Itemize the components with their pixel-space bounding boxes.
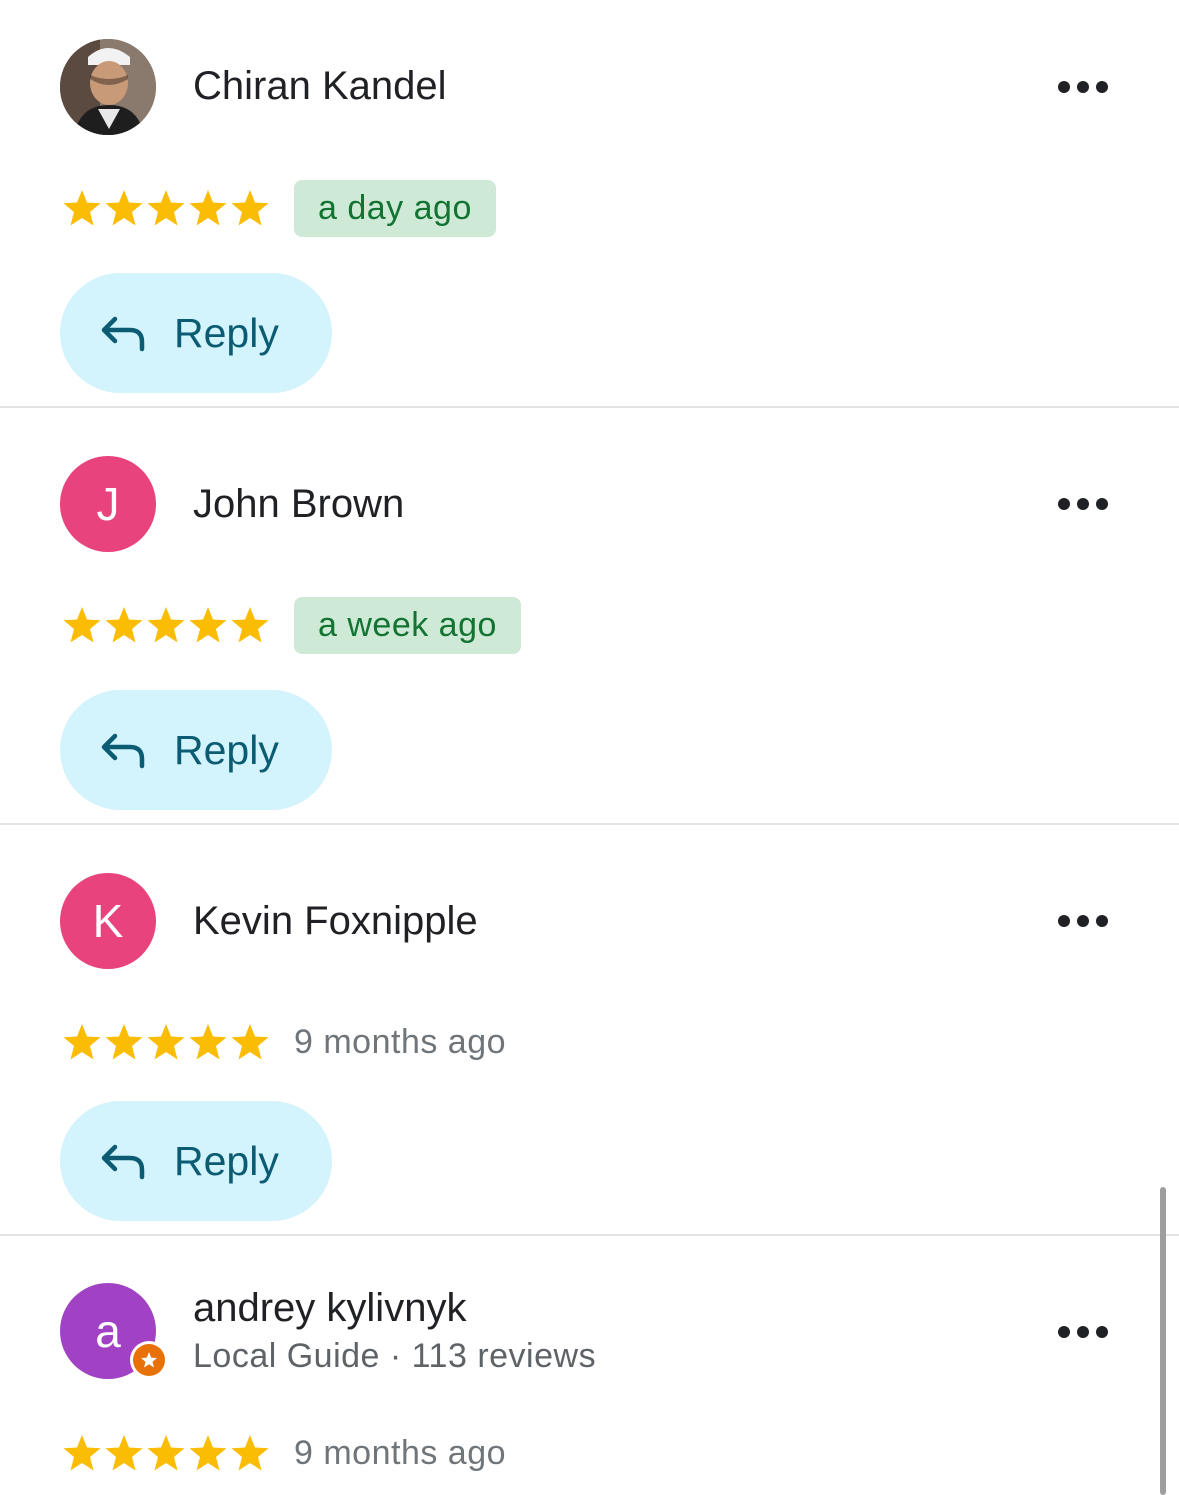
reviewer-name[interactable]: Chiran Kandel — [193, 64, 447, 109]
star-icon — [189, 607, 227, 643]
reply-label: Reply — [174, 309, 279, 356]
star-icon — [189, 1435, 227, 1471]
more-options-icon[interactable] — [1058, 914, 1108, 928]
star-rating — [62, 188, 270, 228]
star-icon — [105, 190, 143, 226]
star-icon — [231, 1435, 269, 1471]
star-icon — [231, 190, 269, 226]
avatar-letter: a — [95, 1305, 121, 1357]
star-icon — [147, 190, 185, 226]
star-icon — [105, 1435, 143, 1471]
star-icon — [189, 190, 227, 226]
more-options-icon[interactable] — [1058, 1325, 1108, 1339]
star-icon — [105, 607, 143, 643]
avatar[interactable]: K — [60, 873, 156, 969]
local-guide-badge-icon — [130, 1341, 168, 1379]
reviewer-name[interactable]: andrey kylivnyk — [193, 1286, 466, 1331]
review-time-badge: a day ago — [294, 180, 496, 237]
star-rating — [62, 605, 270, 645]
scrollbar[interactable] — [1160, 1187, 1166, 1495]
avatar-letter: K — [92, 895, 124, 947]
divider — [0, 1234, 1179, 1236]
reply-label: Reply — [174, 1137, 279, 1184]
more-options-icon[interactable] — [1058, 80, 1108, 94]
avatar[interactable] — [60, 39, 156, 135]
reviewer-name[interactable]: John Brown — [193, 482, 404, 527]
star-icon — [63, 190, 101, 226]
star-icon — [63, 1435, 101, 1471]
reviewer-subtitle: Local Guide · 113 reviews — [193, 1337, 597, 1375]
star-icon — [63, 1024, 101, 1060]
reply-label: Reply — [174, 726, 279, 773]
more-options-icon[interactable] — [1058, 497, 1108, 511]
star-icon — [231, 607, 269, 643]
reply-button[interactable]: Reply — [60, 273, 332, 393]
star-icon — [189, 1024, 227, 1060]
user-photo — [60, 39, 156, 135]
reply-arrow-icon — [101, 316, 145, 352]
reply-arrow-icon — [101, 1144, 145, 1180]
star-rating — [62, 1433, 270, 1473]
review-time: 9 months ago — [294, 1434, 507, 1472]
star-rating — [62, 1022, 270, 1062]
review-time: 9 months ago — [294, 1023, 507, 1061]
avatar-letter: J — [96, 478, 120, 530]
review-time-badge: a week ago — [294, 597, 521, 654]
reply-button[interactable]: Reply — [60, 1101, 332, 1221]
divider — [0, 823, 1179, 825]
reply-button[interactable]: Reply — [60, 690, 332, 810]
star-icon — [147, 1435, 185, 1471]
avatar[interactable]: J — [60, 456, 156, 552]
star-icon — [231, 1024, 269, 1060]
star-icon — [147, 1024, 185, 1060]
reply-arrow-icon — [101, 733, 145, 769]
star-icon — [147, 607, 185, 643]
star-icon — [63, 607, 101, 643]
reviewer-name[interactable]: Kevin Foxnipple — [193, 899, 478, 944]
divider — [0, 406, 1179, 408]
star-icon — [105, 1024, 143, 1060]
